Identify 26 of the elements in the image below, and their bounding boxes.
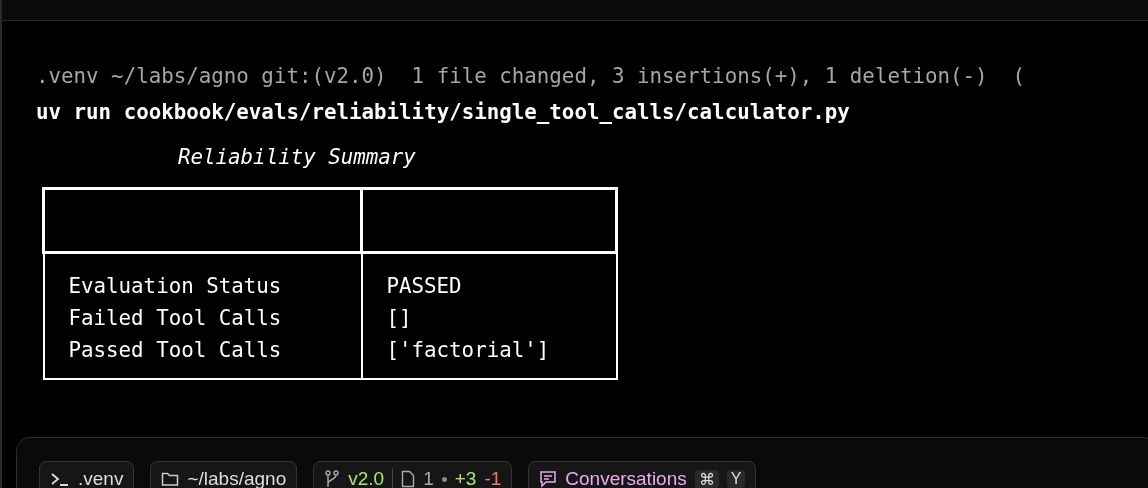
- shortcut-key: Y: [726, 470, 746, 488]
- chat-icon: [539, 470, 558, 488]
- prompt-line: .venv ~/labs/agno git:(v2.0) 1 file changed, 3 insertions(+), 1 deletion(-) (: [36, 63, 1027, 90]
- terminal-icon: [50, 471, 70, 487]
- shortcut-key: ⌘: [694, 469, 719, 488]
- conversations-chip[interactable]: Conversations ⌘ Y: [528, 461, 757, 488]
- dot-icon: [441, 476, 447, 482]
- table-title: Reliability Summary: [178, 144, 417, 171]
- table-cell: Failed Tool Calls: [68, 306, 282, 330]
- env-label: .venv: [78, 468, 124, 488]
- table-cell: []: [386, 306, 412, 330]
- table-cell: Evaluation Status: [68, 274, 282, 298]
- folder-icon: [161, 471, 180, 487]
- table-cell: Passed Tool Calls: [68, 338, 282, 362]
- insertions-count: +3: [454, 468, 477, 488]
- env-chip[interactable]: .venv: [39, 461, 135, 488]
- branch-label: v2.0: [348, 468, 385, 488]
- table-cell: PASSED: [386, 274, 462, 298]
- branch-icon: [324, 470, 341, 488]
- file-count: 1: [423, 468, 434, 488]
- deletions-count: -1: [484, 468, 502, 488]
- file-icon: [401, 470, 416, 488]
- git-chip[interactable]: v2.0 1 +3 -1: [313, 461, 513, 488]
- command-line: uv run cookbook/evals/reliability/single_tool_calls/calculator.py: [36, 99, 851, 126]
- conversations-label: Conversations: [565, 468, 687, 488]
- table-cell: ['factorial']: [386, 338, 550, 362]
